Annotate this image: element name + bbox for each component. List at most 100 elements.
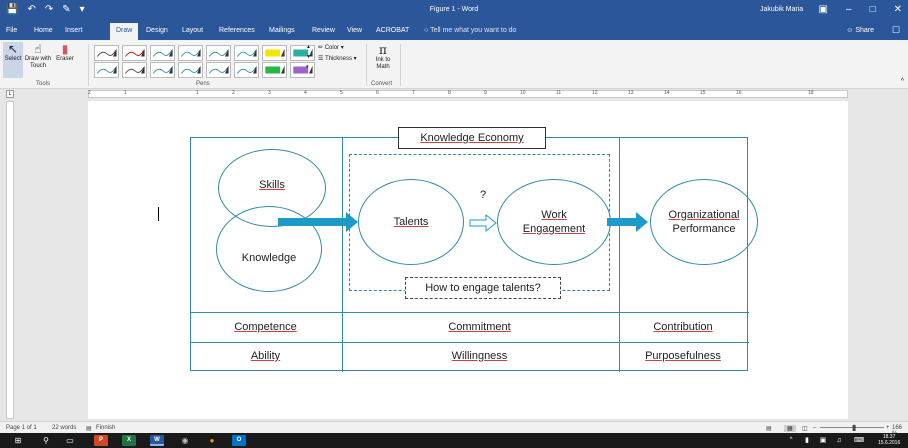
zoom-out-icon[interactable]: – — [813, 425, 816, 431]
close-button[interactable]: ✕ — [894, 4, 902, 15]
horizontal-ruler[interactable]: L 2 1 1 2 3 4 5 6 7 8 9 10 11 12 13 14 15 16 18 — [0, 89, 908, 99]
word-count[interactable]: 22 words — [52, 425, 76, 431]
pen-thickness-button[interactable]: ☰ Thickness ▾ — [318, 55, 357, 62]
pen-swatch[interactable] — [94, 45, 119, 61]
lightbulb-icon: ○ — [424, 27, 429, 34]
touch-draw-icon: ☝ — [34, 42, 42, 56]
share-button[interactable]: ☺ Share — [846, 27, 874, 34]
share-label: Share — [855, 27, 874, 34]
volume-icon[interactable]: ♫ — [834, 435, 844, 446]
firefox-taskbar-icon[interactable]: ● — [205, 435, 219, 446]
excel-taskbar-icon[interactable]: X — [122, 435, 136, 446]
pen-swatch[interactable] — [150, 62, 175, 78]
zoom-slider-thumb[interactable]: ▮ — [852, 423, 856, 432]
ribbon-display-options-icon[interactable]: ▣ — [819, 4, 828, 15]
highlighter-swatch[interactable] — [262, 45, 287, 61]
tell-me-box[interactable]: ○ Tell me what you want to do — [424, 27, 516, 34]
ruler-track — [88, 90, 848, 98]
thickness-icon: ☰ — [318, 56, 324, 62]
arrows-layer — [278, 212, 648, 233]
engage-talents-question-box[interactable]: How to engage talents? — [405, 277, 561, 299]
pen-swatch[interactable] — [234, 62, 259, 78]
pen-swatch[interactable] — [150, 45, 175, 61]
ruler-number: 18 — [808, 90, 814, 96]
minimize-button[interactable]: – — [846, 4, 852, 15]
question-label: How to engage talents? — [425, 282, 541, 294]
pen-swatch[interactable] — [234, 45, 259, 61]
highlighter-swatch[interactable] — [290, 62, 315, 78]
zoom-in-icon[interactable]: + — [886, 425, 890, 431]
proofing-icon[interactable]: ▤ — [86, 425, 92, 432]
ribbon-tabs: File Home Insert Draw Design Layout Refe… — [0, 22, 908, 40]
pen-swatch[interactable] — [206, 62, 231, 78]
tab-stop-selector[interactable]: L — [6, 90, 14, 98]
select-tool-button[interactable]: ↖ Select — [3, 42, 23, 78]
windows-start-icon[interactable]: ⊞ — [12, 435, 24, 446]
pi-icon: π — [379, 43, 387, 57]
tab-file[interactable]: File — [6, 27, 17, 34]
select-label: Select — [4, 56, 22, 62]
outlook-taskbar-icon[interactable]: O — [232, 435, 246, 446]
eraser-icon: ▮ — [61, 42, 69, 56]
pen-swatch[interactable] — [206, 45, 231, 61]
arrow-talents-to-engagement — [469, 213, 497, 233]
tab-design[interactable]: Design — [146, 27, 168, 34]
web-layout-icon[interactable]: ◫ — [802, 425, 808, 432]
vertical-ruler[interactable] — [6, 101, 14, 419]
tab-layout[interactable]: Layout — [182, 27, 203, 34]
tab-view[interactable]: View — [347, 27, 362, 34]
tab-mailings[interactable]: Mailings — [269, 27, 295, 34]
tab-home[interactable]: Home — [34, 27, 53, 34]
highlighter-swatch[interactable] — [290, 45, 315, 61]
pen-swatch[interactable] — [178, 45, 203, 61]
tab-references[interactable]: References — [219, 27, 255, 34]
pen-color-button[interactable]: ✏ Color ▾ — [318, 44, 344, 51]
group-divider — [400, 44, 401, 86]
pen-swatch[interactable] — [122, 45, 147, 61]
ruler-number: 5 — [340, 90, 343, 96]
highlighter-swatch[interactable] — [262, 62, 287, 78]
draw-with-touch-button[interactable]: ☝ Draw with Touch — [24, 42, 52, 70]
collapse-ribbon-icon[interactable]: ^ — [901, 78, 904, 85]
row2-col2-text: Willingness — [451, 350, 508, 362]
convert-group-label: Convert — [371, 81, 393, 87]
document-page[interactable]: Knowledge Economy Skills Knowledge Talen… — [88, 101, 848, 419]
user-name[interactable]: Jakubik Maria — [760, 6, 803, 13]
tell-me-text: Tell me what you want to do — [430, 27, 517, 34]
task-view-icon[interactable]: ▭ — [64, 435, 76, 446]
show-hidden-icons-icon[interactable]: ^ — [786, 435, 796, 446]
print-layout-icon[interactable]: ▦ — [784, 425, 796, 432]
tab-review[interactable]: Review — [312, 27, 335, 34]
network-icon[interactable]: ▣ — [818, 435, 828, 446]
ink-to-math-button[interactable]: π Ink to Math — [372, 43, 394, 71]
tab-draw[interactable]: Draw — [110, 23, 139, 40]
keyboard-icon[interactable]: ⌨ — [852, 435, 866, 446]
chrome-taskbar-icon[interactable]: ◉ — [178, 435, 192, 446]
powerpoint-taskbar-icon[interactable]: P — [94, 435, 108, 446]
word-taskbar-icon[interactable]: W — [150, 435, 164, 446]
search-icon[interactable]: ⚲ — [40, 435, 52, 446]
windows-taskbar: ⊞ ⚲ ▭ P X W ◉ ● O ^ ▮ ▣ ♫ ⌨ 18.37 15.6.2… — [0, 433, 908, 448]
pens-group-label: Pens — [196, 81, 210, 87]
tab-insert[interactable]: Insert — [65, 27, 83, 34]
page-count[interactable]: Page 1 of 1 — [6, 425, 37, 431]
read-mode-icon[interactable]: ▤ — [766, 425, 772, 432]
tab-acrobat[interactable]: ACROBAT — [376, 27, 409, 34]
gallery-scroll-up-icon[interactable]: ▲ — [306, 44, 311, 50]
window-controls: ▣ – □ ✕ — [819, 4, 902, 15]
language-indicator[interactable]: Finnish — [96, 425, 115, 431]
group-divider — [366, 44, 367, 86]
pen-swatch[interactable] — [122, 62, 147, 78]
pen-swatch[interactable] — [178, 62, 203, 78]
row2-col3-text: Purposefulness — [645, 350, 721, 362]
battery-icon[interactable]: ▮ — [802, 435, 812, 446]
row1-col1-text: Competence — [234, 321, 297, 333]
pen-swatch[interactable] — [94, 62, 119, 78]
comments-icon[interactable]: ☐ — [892, 25, 900, 36]
gallery-more-icon[interactable]: ▾ — [306, 64, 309, 70]
gallery-scroll-down-icon[interactable]: ▼ — [306, 54, 311, 60]
eraser-button[interactable]: ▮ Eraser — [54, 42, 76, 63]
taskbar-clock[interactable]: 18.37 15.6.2016 — [878, 434, 900, 446]
maximize-button[interactable]: □ — [870, 4, 876, 15]
ruler-number: 9 — [484, 90, 487, 96]
